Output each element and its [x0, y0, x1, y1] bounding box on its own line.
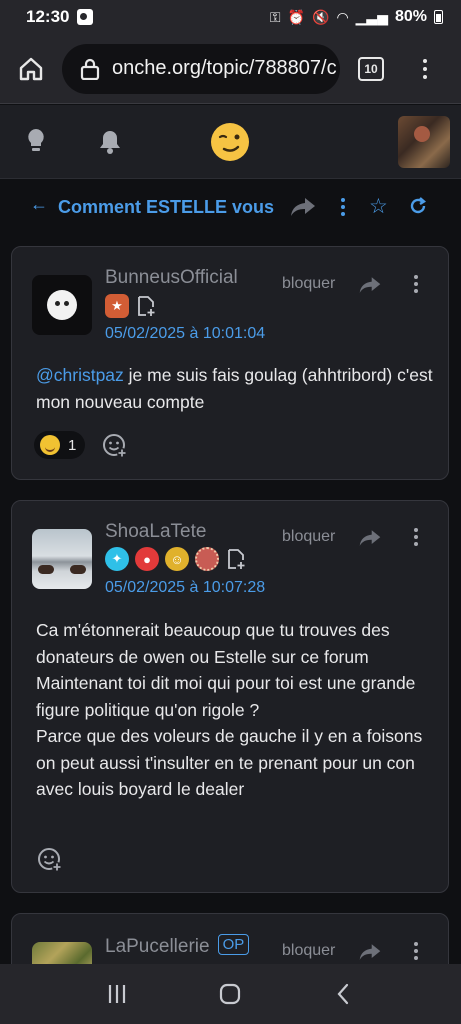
post-date[interactable]: 05/02/2025 à 10:07:28: [105, 579, 265, 597]
block-link[interactable]: bloquer: [282, 528, 335, 546]
post-username-text: LaPucellerie: [105, 936, 210, 957]
user-avatar[interactable]: [398, 116, 450, 168]
mention-link[interactable]: @christpaz: [36, 365, 124, 385]
post-body: Ca m'étonnerait beaucoup que tu trouves …: [36, 617, 436, 803]
lock-icon: [80, 58, 100, 80]
site-logo-smiley[interactable]: [209, 121, 251, 163]
tab-switcher-button[interactable]: 10: [358, 56, 384, 81]
refresh-icon[interactable]: [408, 196, 428, 216]
topic-menu-button[interactable]: [340, 198, 346, 216]
post-card: ShoaLaTete bloquer ✦ ● ☺ 05/02/2025 à 10…: [11, 500, 449, 893]
back-nav-icon[interactable]: [333, 983, 355, 1005]
block-link[interactable]: bloquer: [282, 275, 335, 293]
share-icon[interactable]: [358, 942, 382, 962]
clown-badge-icon: ●: [135, 547, 159, 571]
star-badge-icon: ★: [105, 294, 129, 318]
url-text: onche.org/topic/788807/c: [112, 57, 337, 79]
notification-icon: [77, 9, 94, 25]
home-button[interactable]: [14, 52, 48, 86]
badge-row: ✦ ● ☺: [105, 547, 247, 571]
site-nav: [0, 105, 461, 179]
system-nav-bar: [0, 964, 461, 1024]
address-bar[interactable]: onche.org/topic/788807/c: [62, 43, 340, 94]
key-icon: ⚿: [269, 8, 281, 25]
add-reaction-icon[interactable]: [37, 847, 63, 873]
wifi-icon: ◠: [336, 8, 349, 25]
status-time: 12:30: [26, 7, 70, 26]
post-body: @christpaz je me suis fais goulag (ahhtr…: [36, 362, 436, 415]
post-menu-button[interactable]: [414, 942, 418, 960]
post-username[interactable]: LaPucellerie OP: [105, 934, 250, 958]
topic-title[interactable]: Comment ESTELLE vous: [58, 197, 274, 218]
signal-icon: ▁▃▅: [355, 8, 388, 25]
add-badge-icon[interactable]: [225, 548, 247, 570]
post-date[interactable]: 05/02/2025 à 10:01:04: [105, 325, 265, 343]
browser-menu-button[interactable]: [420, 58, 430, 79]
recent-apps-icon[interactable]: [106, 983, 128, 1005]
op-badge: OP: [217, 934, 250, 955]
alarm-icon: ⏰: [287, 8, 305, 25]
post-paragraph: Parce que des voleurs de gauche il y en …: [36, 726, 423, 799]
post-paragraph: Maintenant toi dit moi qui pour toi est …: [36, 673, 416, 720]
post-username[interactable]: ShoaLaTete: [105, 521, 206, 543]
battery-icon: [434, 10, 443, 24]
topic-header: ← Comment ESTELLE vous ☆: [0, 180, 461, 236]
reaction-count: 1: [68, 436, 77, 454]
post-paragraph: Ca m'étonnerait beaucoup que tu trouves …: [36, 620, 390, 667]
share-icon[interactable]: [358, 275, 382, 295]
post-username[interactable]: BunneusOfficial: [105, 267, 238, 289]
sun-badge-icon: [195, 547, 219, 571]
post-card: BunneusOfficial bloquer ★ 05/02/2025 à 1…: [11, 246, 449, 480]
badge-row: ★: [105, 294, 157, 318]
status-bar: 12:30 ⚿ ⏰ 🔇 ◠ ▁▃▅ 80%: [0, 0, 461, 34]
home-nav-icon[interactable]: [219, 983, 241, 1005]
reaction-pill[interactable]: 1: [34, 431, 86, 459]
battery-percent: 80%: [394, 8, 427, 25]
post-menu-button[interactable]: [414, 528, 418, 546]
avatar[interactable]: [32, 529, 92, 589]
lightbulb-icon[interactable]: [24, 127, 48, 155]
mute-icon: 🔇: [312, 8, 330, 25]
stars-badge-icon: ✦: [105, 547, 129, 571]
block-link[interactable]: bloquer: [282, 942, 335, 960]
share-icon[interactable]: [289, 196, 317, 218]
bell-icon[interactable]: [98, 129, 122, 155]
laughing-emoji-icon: [40, 435, 60, 455]
post-menu-button[interactable]: [414, 275, 418, 293]
add-badge-icon[interactable]: [135, 295, 157, 317]
ghost-face-icon: [47, 290, 77, 320]
add-reaction-icon[interactable]: [102, 433, 128, 459]
share-icon[interactable]: [358, 528, 382, 548]
gold-face-badge-icon: ☺: [165, 547, 189, 571]
star-icon[interactable]: ☆: [369, 194, 388, 219]
back-arrow-icon[interactable]: ←: [30, 194, 48, 215]
home-icon: [19, 57, 43, 80]
browser-toolbar: onche.org/topic/788807/c 10: [0, 34, 461, 104]
status-icons: ⚿ ⏰ 🔇 ◠ ▁▃▅ 80%: [270, 8, 443, 26]
avatar[interactable]: [32, 275, 92, 335]
